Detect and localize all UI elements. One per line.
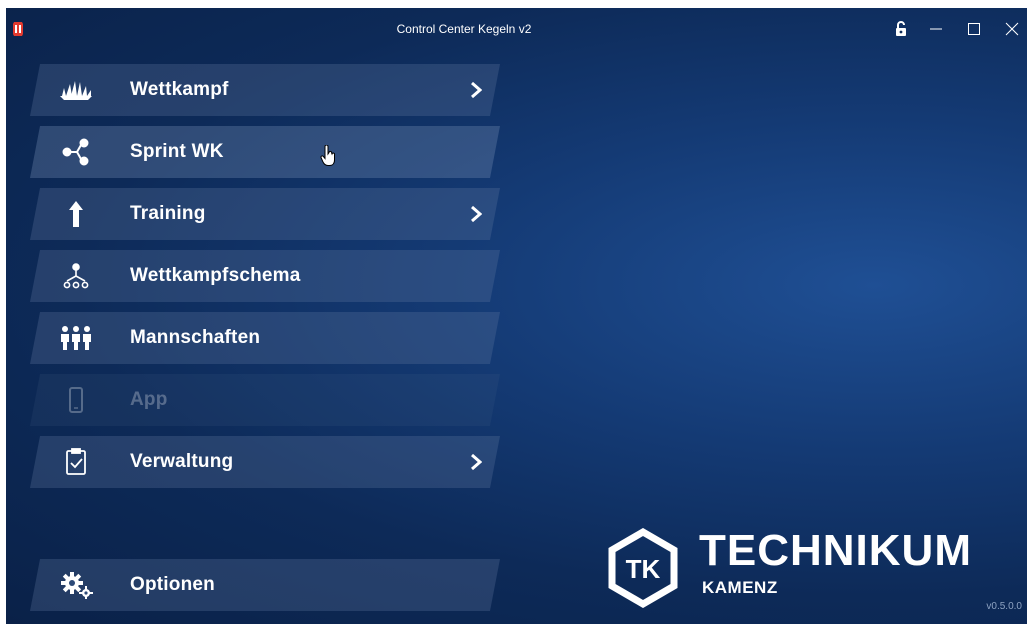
menu-item-verwaltung[interactable]: Verwaltung — [30, 436, 500, 488]
menu-item-label: Wettkampfschema — [130, 265, 301, 286]
menu-item-optionen[interactable]: Optionen — [30, 559, 500, 611]
share-nodes-icon — [58, 138, 94, 166]
team-icon — [58, 324, 94, 352]
menu-item-app[interactable]: App — [30, 374, 500, 426]
menu-item-wettkampf[interactable]: Wettkampf — [30, 64, 500, 116]
hand-cursor-icon — [320, 145, 336, 166]
menu-item-sprint-wk[interactable]: Sprint WK — [30, 126, 500, 178]
title-bar[interactable]: Control Center Kegeln v2 — [6, 8, 1027, 50]
bowling-pins-icon — [58, 76, 94, 104]
tk-hexagon-logo: TK — [608, 528, 678, 608]
menu-item-label: Training — [130, 203, 206, 224]
menu-item-label: Optionen — [130, 574, 215, 595]
minimize-icon — [930, 28, 942, 30]
app-window: Control Center Kegeln v2 Wettkampf Sprin… — [6, 8, 1027, 624]
menu-item-label: Mannschaften — [130, 327, 261, 348]
menu-item-training[interactable]: Training — [30, 188, 500, 240]
lock-button[interactable] — [886, 16, 916, 42]
technikum-logo: TK TECHNIKUM KAMENZ — [603, 526, 971, 608]
menu-item-label: App — [130, 389, 168, 410]
logo-subtitle: KAMENZ — [702, 578, 778, 597]
phone-icon — [58, 386, 94, 414]
chevron-right-icon — [470, 453, 482, 471]
menu-item-mannschaften[interactable]: Mannschaften — [30, 312, 500, 364]
menu-item-label: Wettkampf — [130, 79, 229, 100]
window-title: Control Center Kegeln v2 — [396, 22, 532, 36]
maximize-icon — [968, 23, 980, 35]
chevron-right-icon — [470, 81, 482, 99]
version-label: v0.5.0.0 — [986, 601, 1022, 612]
lock-icon — [896, 21, 906, 36]
menu-item-label: Verwaltung — [130, 451, 234, 472]
maximize-button[interactable] — [959, 16, 989, 42]
arrow-up-icon — [58, 200, 94, 228]
logo-name: TECHNIKUM — [699, 526, 972, 575]
menu-item-wettkampfschema[interactable]: Wettkampfschema — [30, 250, 500, 302]
minimize-button[interactable] — [921, 16, 951, 42]
tree-diagram-icon — [58, 262, 94, 290]
gears-icon — [58, 571, 94, 599]
menu-item-label: Sprint WK — [130, 141, 224, 162]
close-button[interactable] — [997, 16, 1027, 42]
logo-mark: TK — [626, 554, 661, 584]
clipboard-check-icon — [58, 448, 94, 476]
close-icon — [1005, 22, 1019, 36]
chevron-right-icon — [470, 205, 482, 223]
